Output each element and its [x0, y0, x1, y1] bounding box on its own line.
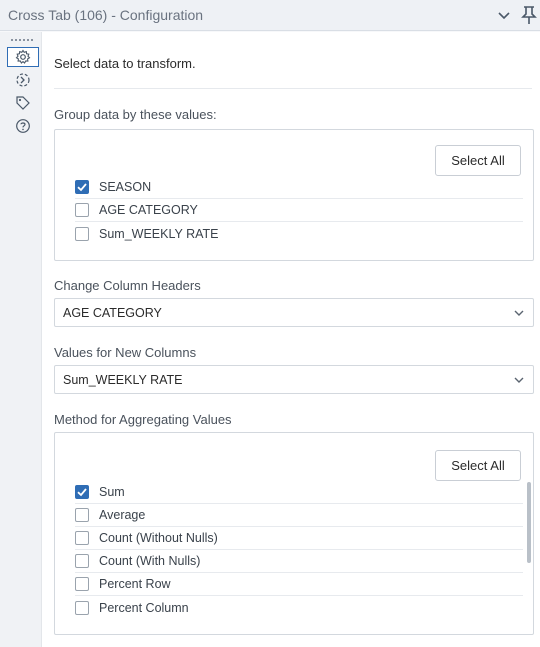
drag-grip-icon[interactable] — [11, 39, 33, 42]
group-item-sum-weekly-rate[interactable]: Sum_WEEKLY RATE — [75, 222, 523, 245]
pin-icon[interactable] — [520, 5, 538, 25]
sidebar — [0, 32, 42, 647]
checkbox-icon[interactable] — [75, 508, 89, 522]
method-item-label: Percent Column — [99, 600, 189, 615]
method-item-count-without-nulls[interactable]: Count (Without Nulls) — [75, 527, 523, 550]
method-item-percent-column[interactable]: Percent Column — [75, 596, 523, 619]
method-list-box: Select All Sum Average Count (Without Nu… — [54, 432, 534, 635]
column-headers-value: AGE CATEGORY — [63, 306, 162, 320]
group-item-season[interactable]: SEASON — [75, 176, 523, 199]
checkbox-icon[interactable] — [75, 203, 89, 217]
tag-icon[interactable] — [7, 93, 39, 113]
method-item-count-with-nulls[interactable]: Count (With Nulls) — [75, 550, 523, 573]
headers-section-label: Change Column Headers — [54, 278, 201, 293]
group-item-age-category[interactable]: AGE CATEGORY — [75, 199, 523, 222]
method-item-sum[interactable]: Sum — [75, 481, 523, 504]
intro-text: Select data to transform. — [54, 56, 196, 71]
method-select-all-button[interactable]: Select All — [435, 450, 521, 481]
method-item-average[interactable]: Average — [75, 504, 523, 527]
connector-icon[interactable] — [7, 70, 39, 90]
group-item-label: SEASON — [99, 180, 152, 194]
checkbox-checked-icon[interactable] — [75, 180, 89, 194]
new-columns-value: Sum_WEEKLY RATE — [63, 373, 183, 387]
column-headers-dropdown[interactable]: AGE CATEGORY — [54, 298, 534, 327]
chevron-down-icon — [513, 307, 525, 319]
checkbox-icon[interactable] — [75, 531, 89, 545]
window-title: Cross Tab (106) - Configuration — [8, 7, 204, 23]
method-item-label: Count (Without Nulls) — [99, 531, 218, 545]
gear-icon[interactable] — [7, 47, 39, 67]
divider — [54, 88, 532, 89]
method-item-label: Average — [99, 508, 146, 522]
method-item-label: Sum — [99, 485, 125, 499]
group-item-label: AGE CATEGORY — [99, 203, 198, 217]
group-item-label: Sum_WEEKLY RATE — [99, 226, 219, 241]
method-list-scrollbar[interactable] — [527, 482, 531, 563]
checkbox-icon[interactable] — [75, 600, 89, 615]
group-section-label: Group data by these values: — [54, 107, 217, 122]
method-section-label: Method for Aggregating Values — [54, 412, 232, 427]
method-item-percent-row[interactable]: Percent Row — [75, 573, 523, 596]
group-list-box: Select All SEASON AGE CATEGORY Sum_WEEKL… — [54, 129, 534, 261]
method-item-label: Percent Row — [99, 577, 171, 591]
configuration-panel: Select data to transform. Group data by … — [42, 32, 540, 647]
checkbox-icon[interactable] — [75, 577, 89, 591]
help-icon[interactable] — [7, 116, 39, 136]
new-columns-values-dropdown[interactable]: Sum_WEEKLY RATE — [54, 365, 534, 394]
values-section-label: Values for New Columns — [54, 345, 197, 360]
group-select-all-button[interactable]: Select All — [435, 145, 521, 176]
chevron-down-icon[interactable] — [495, 6, 513, 24]
chevron-down-icon — [513, 374, 525, 386]
method-item-label: Count (With Nulls) — [99, 554, 201, 568]
checkbox-icon[interactable] — [75, 554, 89, 568]
checkbox-checked-icon[interactable] — [75, 485, 89, 499]
window-titlebar: Cross Tab (106) - Configuration — [0, 0, 540, 31]
checkbox-icon[interactable] — [75, 226, 89, 241]
